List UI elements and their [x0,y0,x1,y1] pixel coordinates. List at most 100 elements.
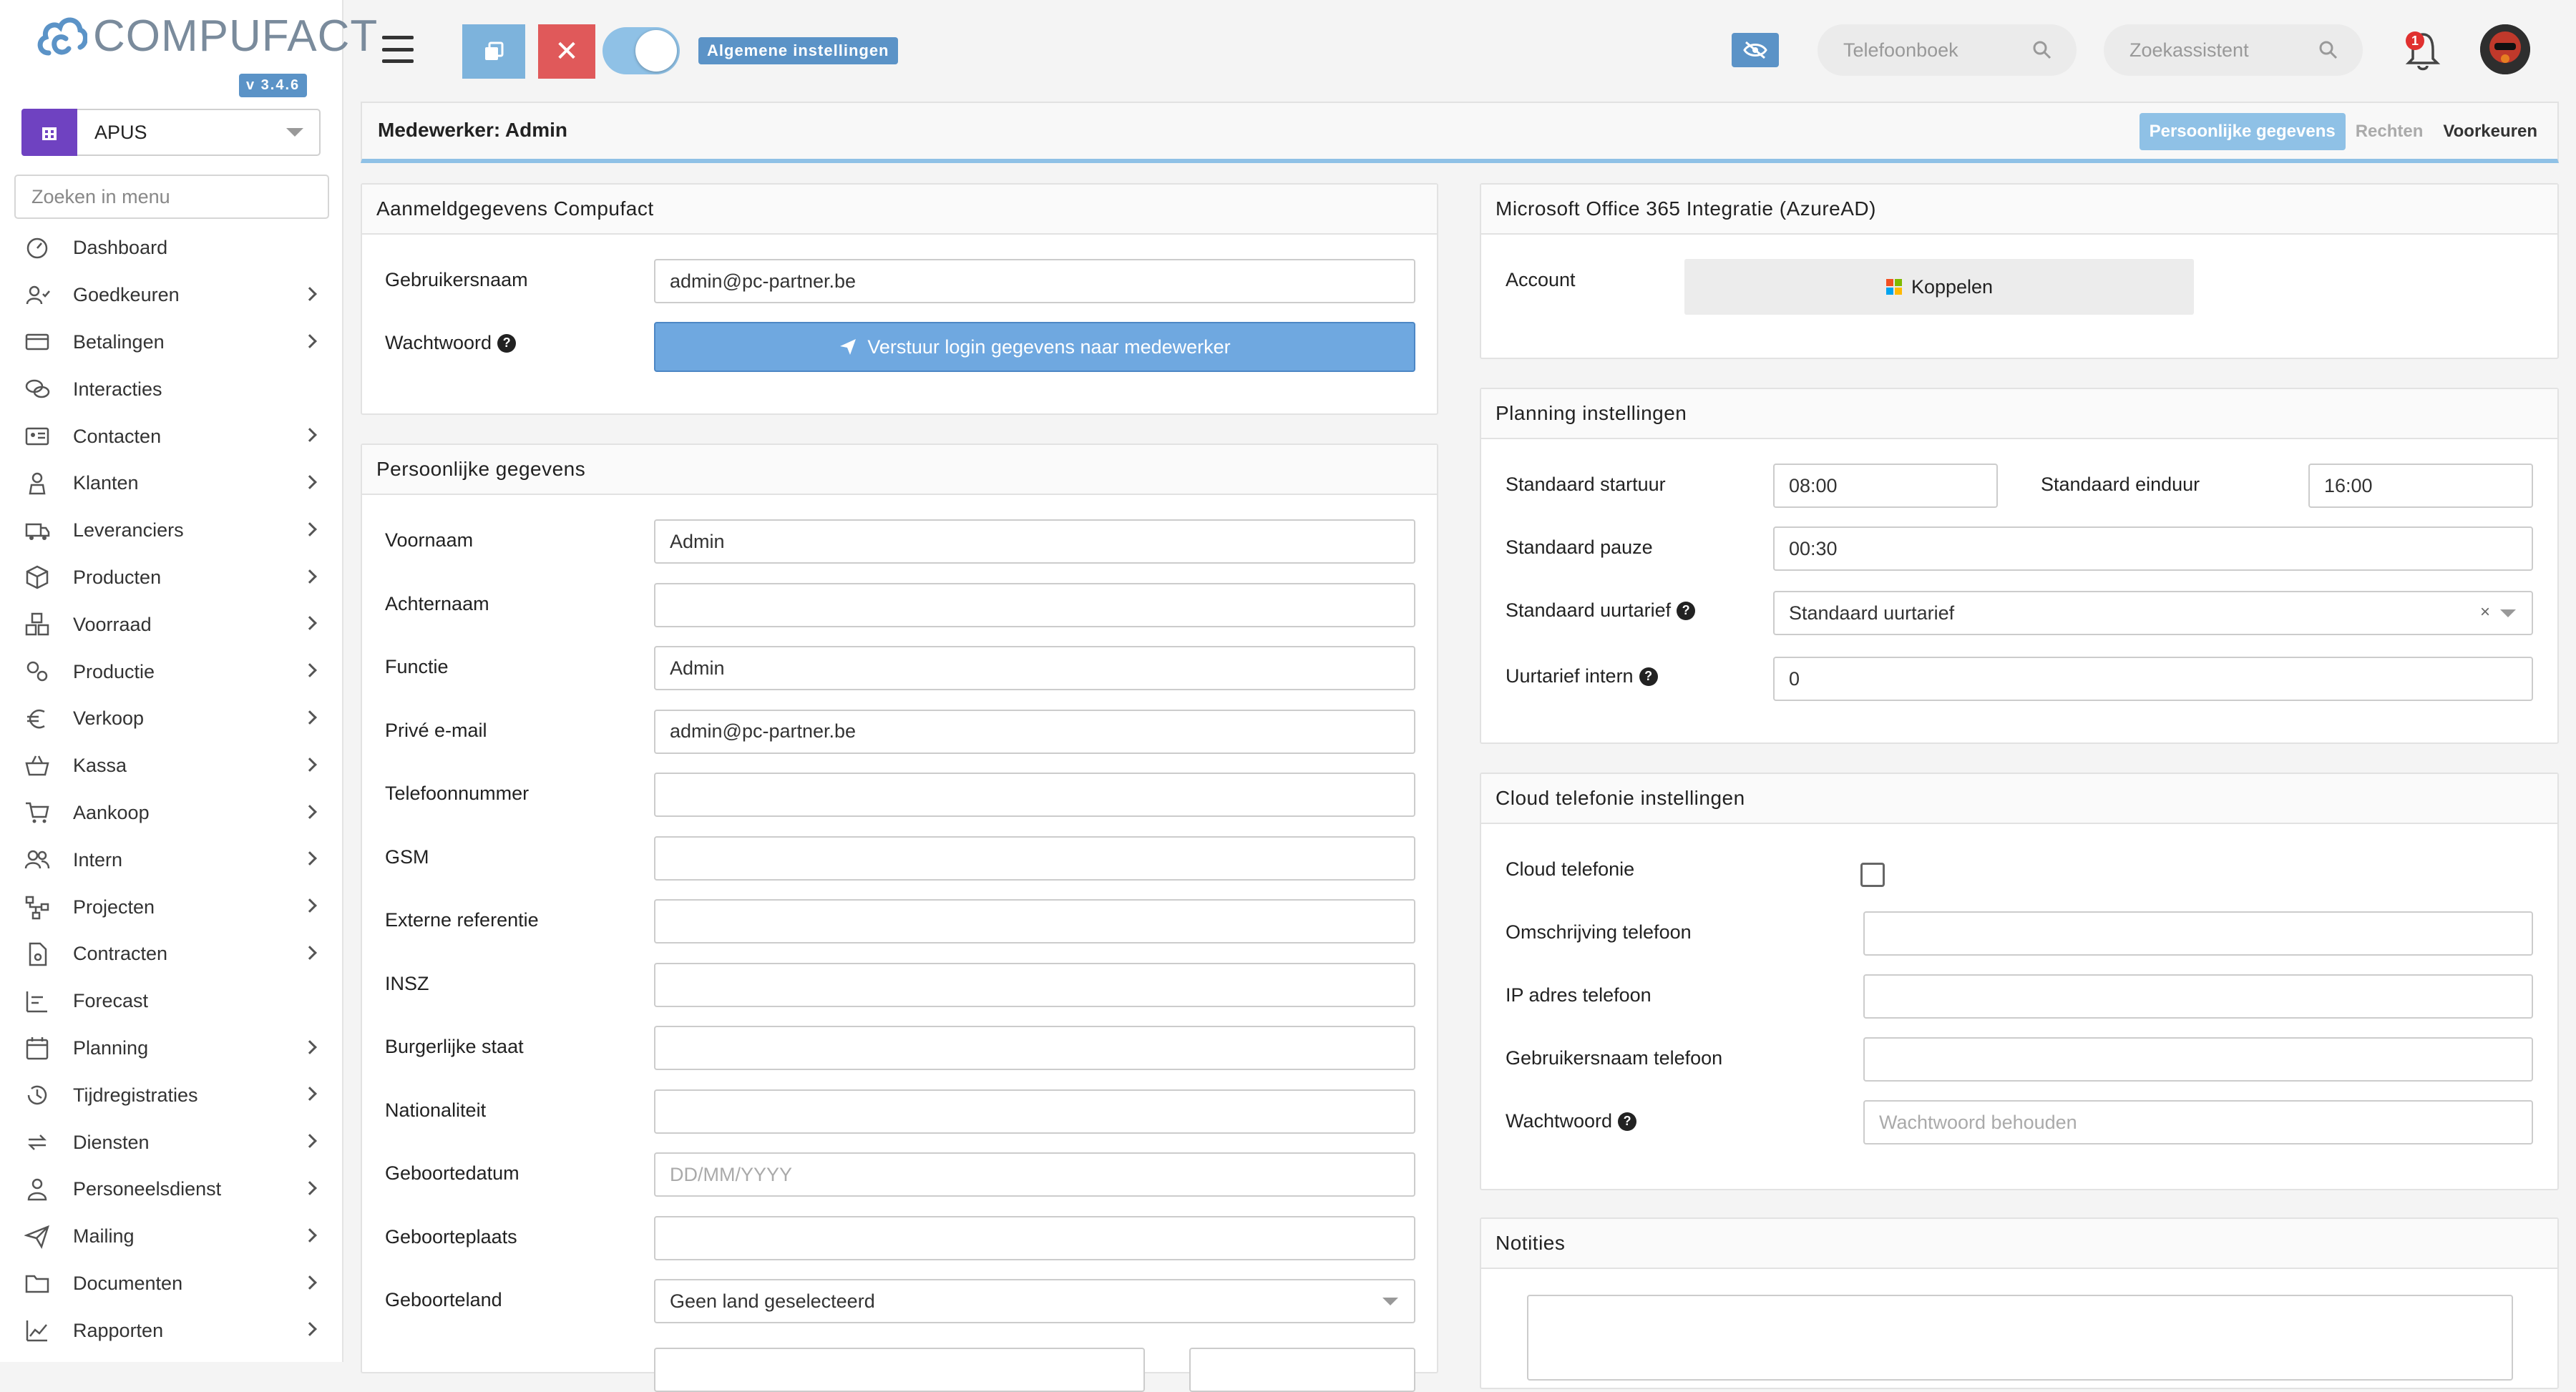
sidebar-item-contacten[interactable]: Contacten [0,413,343,460]
link-office-button[interactable]: Koppelen [1684,259,2194,315]
sidebar-item-label: Interacties [73,378,162,400]
sidebar-item-tijdregistraties[interactable]: Tijdregistraties [0,1072,343,1119]
planning-panel: Planning instellingen Standaard startuur… [1480,388,2559,744]
field-input[interactable] [654,899,1415,943]
tab-rights[interactable]: Rechten [2346,113,2434,150]
brand-logo[interactable]: COMPUFACT [34,10,378,62]
sidebar-item-contracten[interactable]: Contracten [0,931,343,978]
help-icon[interactable]: ? [1618,1112,1637,1131]
phone-description-label: Omschrijving telefoon [1506,921,1692,943]
field-input[interactable] [654,1089,1415,1134]
sidebar-item-label: Diensten [73,1131,150,1153]
close-button[interactable]: ✕ [538,24,595,79]
sidebar-item-leveranciers[interactable]: Leveranciers [0,507,343,554]
sidebar-item-label: Verkoop [73,707,145,730]
sidebar-item-kassa[interactable]: Kassa [0,742,343,790]
sidebar-item-projecten[interactable]: Projecten [0,883,343,931]
username-field[interactable]: admin@pc-partner.be [654,259,1415,303]
hamburger-menu-icon[interactable] [382,36,414,63]
company-selector[interactable]: APUS [21,109,321,156]
country-select[interactable]: Geen land geselecteerd [654,1279,1415,1323]
office-panel: Microsoft Office 365 Integratie (AzureAD… [1480,183,2559,359]
sidebar-item-label: Projecten [73,896,155,918]
field-input[interactable]: DD/MM/YYYY [654,1152,1415,1197]
chevron-down-icon [2500,609,2516,617]
send-login-button[interactable]: Verstuur login gegevens naar medewerker [654,322,1415,372]
phonebook-search[interactable]: Telefoonboek [1818,24,2077,76]
office-icon [1885,279,1902,295]
sidebar-item-rapporten[interactable]: Rapporten [0,1307,343,1354]
assistant-search[interactable]: Zoekassistent [2104,24,2363,76]
field-input[interactable]: admin@pc-partner.be [654,709,1415,754]
sidebar-item-label: Betalingen [73,330,165,353]
sidebar-item-klanten[interactable]: Klanten [0,460,343,507]
field-input[interactable] [1189,1348,1415,1392]
topbar: ✕ Algemene instellingen Telefoonboek Zoe… [345,0,2576,99]
chevron-right-icon [303,1087,317,1102]
field-input[interactable] [654,1215,1415,1260]
sidebar-item-mailing[interactable]: Mailing [0,1213,343,1260]
settings-toggle[interactable] [602,27,680,74]
hourly-rate-select[interactable]: Standaard uurtarief × [1773,591,2533,635]
history-icon [23,1082,52,1108]
paper-plane-icon [840,339,857,355]
internal-rate-field[interactable]: 0 [1773,657,2533,701]
field-input[interactable] [654,962,1415,1007]
sidebar-item-personeelsdienst[interactable]: Personeelsdienst [0,1166,343,1213]
sidebar-item-planning[interactable]: Planning [0,1025,343,1072]
chevron-right-icon [303,569,317,584]
field-input[interactable]: Admin [654,646,1415,690]
field-input[interactable] [654,1026,1415,1070]
clear-icon[interactable]: × [2480,602,2490,622]
notes-textarea[interactable] [1527,1295,2513,1381]
phone-password-label: Wachtwoord? [1506,1110,1637,1132]
tab-personal-data[interactable]: Persoonlijke gegevens [2139,113,2346,150]
dashboard-icon [23,235,52,261]
cloud-telephony-checkbox[interactable] [1860,863,1885,887]
chevron-right-icon [303,1322,317,1337]
general-settings-badge[interactable]: Algemene instellingen [698,37,898,64]
help-icon[interactable]: ? [1639,667,1658,686]
sidebar-item-aankoop[interactable]: Aankoop [0,790,343,837]
privacy-toggle-button[interactable] [1732,33,1779,67]
field-input[interactable] [654,1348,1145,1392]
sidebar-item-forecast[interactable]: Forecast [0,978,343,1025]
basket-icon [23,753,52,779]
sidebar-item-diensten[interactable]: Diensten [0,1119,343,1166]
phone-username-field[interactable] [1863,1037,2533,1082]
cloud-logo-icon [37,17,87,56]
panel-title: Notities [1481,1219,2557,1269]
sidebar-item-interacties[interactable]: Interacties [0,366,343,413]
field-input[interactable] [654,835,1415,881]
field-label: Geboorteland [385,1289,502,1310]
tab-preferences[interactable]: Voorkeuren [2433,113,2547,150]
menu-search-input[interactable] [14,175,329,219]
sidebar-item-productie[interactable]: Productie [0,648,343,695]
avatar[interactable] [2480,24,2530,74]
pause-label: Standaard pauze [1506,536,1653,558]
help-icon[interactable]: ? [1677,601,1696,620]
start-time-field[interactable]: 08:00 [1773,464,1998,508]
sidebar-item-producten[interactable]: Producten [0,554,343,602]
help-icon[interactable]: ? [497,333,517,353]
field-input[interactable]: Admin [654,519,1415,564]
copy-button[interactable] [462,24,525,79]
end-time-field[interactable]: 16:00 [2308,464,2533,508]
sidebar-item-intern[interactable]: Intern [0,836,343,883]
sidebar-item-voorraad[interactable]: Voorraad [0,601,343,648]
sidebar-item-dashboard[interactable]: Dashboard [0,225,343,272]
chevron-right-icon [303,710,317,725]
field-input[interactable] [654,773,1415,817]
chevron-right-icon [303,286,317,301]
field-input[interactable] [654,582,1415,627]
panel-title: Persoonlijke gegevens [362,445,1437,495]
sidebar-item-betalingen[interactable]: Betalingen [0,319,343,366]
sidebar-item-documenten[interactable]: Documenten [0,1260,343,1308]
send-login-label: Verstuur login gegevens naar medewerker [867,335,1231,358]
sidebar-item-verkoop[interactable]: Verkoop [0,695,343,742]
phone-ip-field[interactable] [1863,974,2533,1019]
phone-password-field[interactable]: Wachtwoord behouden [1863,1100,2533,1145]
pause-field[interactable]: 00:30 [1773,526,2533,571]
phone-description-field[interactable] [1863,911,2533,956]
sidebar-item-goedkeuren[interactable]: Goedkeuren [0,272,343,319]
